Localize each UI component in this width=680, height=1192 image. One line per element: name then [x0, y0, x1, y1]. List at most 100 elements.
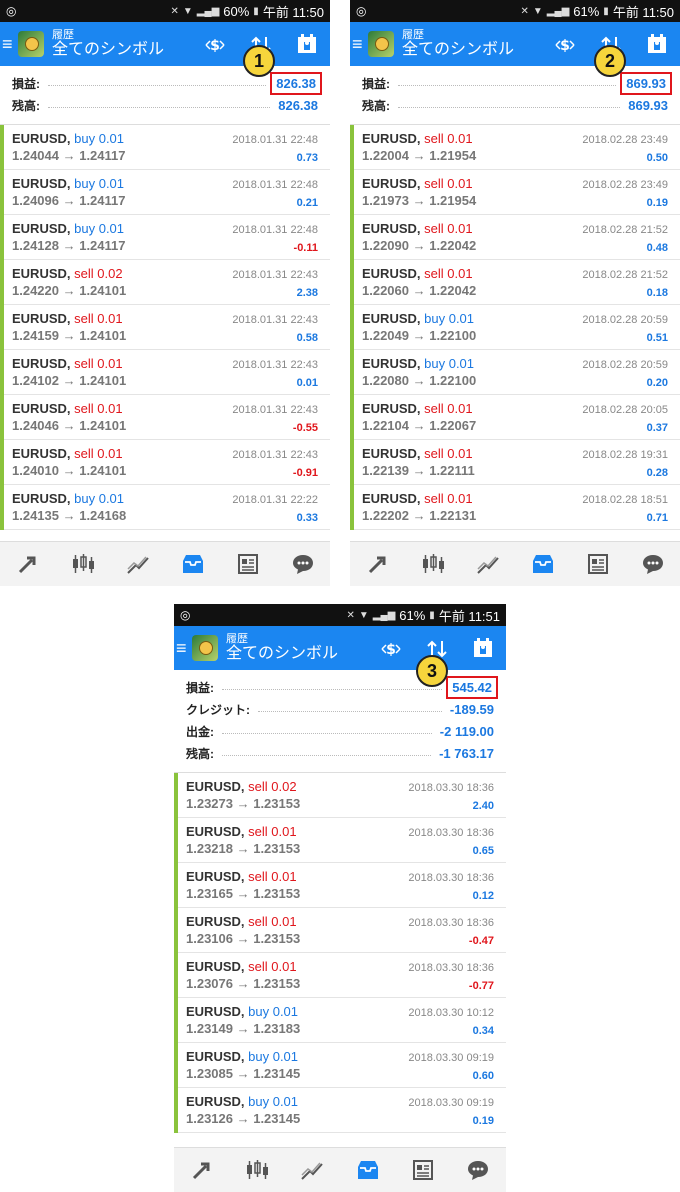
trade-date: 2018.01.31 22:43 [232, 404, 318, 416]
trade-row[interactable]: EURUSD, sell 0.02 1.23273 → 1.23153 2018… [174, 773, 506, 818]
trade-row[interactable]: EURUSD, buy 0.01 1.22049 → 1.22100 2018.… [350, 305, 680, 350]
trade-icon[interactable] [363, 549, 393, 579]
news-icon[interactable] [583, 549, 613, 579]
deposit-icon[interactable]: $ [542, 33, 588, 54]
history-icon[interactable] [528, 549, 558, 579]
dotted-leader [258, 710, 442, 712]
trade-row[interactable]: EURUSD, buy 0.01 1.24044 → 1.24117 2018.… [0, 125, 330, 170]
trade-row[interactable]: EURUSD, sell 0.01 1.23076 → 1.23153 2018… [174, 953, 506, 998]
news-icon[interactable] [233, 549, 263, 579]
dotted-leader [48, 106, 271, 108]
menu-icon[interactable]: ≡ [176, 639, 190, 657]
trade-profit: 0.34 [472, 1025, 494, 1037]
trade-date: 2018.02.28 23:49 [582, 134, 668, 146]
trade-row[interactable]: EURUSD, sell 0.01 1.24102 → 1.24101 2018… [0, 350, 330, 395]
bottom-nav [174, 1147, 506, 1192]
quotes-chart-icon[interactable] [242, 1155, 272, 1185]
trade-date: 2018.02.28 20:05 [582, 404, 668, 416]
trade-date: 2018.03.30 18:36 [408, 917, 494, 929]
trade-date: 2018.01.31 22:43 [232, 359, 318, 371]
status-bar: ◎ ✕ ▼ ▂▄▆ 60% ▮ 午前 11:50 [0, 0, 330, 22]
menu-icon[interactable]: ≡ [2, 35, 16, 53]
trade-profit: 2.40 [472, 800, 494, 812]
calendar-icon[interactable] [634, 33, 680, 55]
chat-icon[interactable] [463, 1155, 493, 1185]
trade-accent-bar [0, 260, 4, 305]
trade-row[interactable]: EURUSD, buy 0.01 1.23149 → 1.23183 2018.… [174, 998, 506, 1043]
trade-symbol: EURUSD, [12, 446, 71, 461]
trade-row[interactable]: EURUSD, buy 0.01 1.24128 → 1.24117 2018.… [0, 215, 330, 260]
chart-icon[interactable] [123, 549, 153, 579]
step-number-badge: 1 [243, 45, 275, 77]
trade-symbol: EURUSD, [12, 266, 71, 281]
calendar-icon[interactable] [284, 33, 330, 55]
chart-icon[interactable] [473, 549, 503, 579]
trade-row[interactable]: EURUSD, sell 0.01 1.23218 → 1.23153 2018… [174, 818, 506, 863]
trade-symbol: EURUSD, [186, 779, 245, 794]
trade-row[interactable]: EURUSD, sell 0.01 1.24010 → 1.24101 2018… [0, 440, 330, 485]
deposit-icon[interactable]: $ [368, 637, 414, 658]
chat-icon[interactable] [288, 549, 318, 579]
trade-row[interactable]: EURUSD, sell 0.01 1.23106 → 1.23153 2018… [174, 908, 506, 953]
trade-icon[interactable] [13, 549, 43, 579]
trade-accent-bar [350, 170, 354, 215]
deposit-icon[interactable]: $ [192, 33, 238, 54]
trade-row[interactable]: EURUSD, sell 0.01 1.24046 → 1.24101 2018… [0, 395, 330, 440]
summary-panel: 損益: 826.38 残高: 826.38 [0, 66, 330, 118]
trade-prices: 1.24096 → 1.24117 [12, 193, 126, 208]
calendar-icon[interactable] [460, 637, 506, 659]
dotted-leader [398, 106, 621, 108]
trade-row[interactable]: EURUSD, sell 0.01 1.22090 → 1.22042 2018… [350, 215, 680, 260]
trade-row[interactable]: EURUSD, buy 0.01 1.24096 → 1.24117 2018.… [0, 170, 330, 215]
trade-accent-bar [174, 1088, 178, 1133]
header-title[interactable]: 全てのシンボル [52, 41, 164, 59]
news-icon[interactable] [408, 1155, 438, 1185]
trade-type: sell 0.01 [248, 824, 297, 839]
history-icon[interactable] [178, 549, 208, 579]
header-title[interactable]: 全てのシンボル [402, 41, 514, 59]
trade-date: 2018.02.28 21:52 [582, 269, 668, 281]
menu-icon[interactable]: ≡ [352, 35, 366, 53]
trade-symbol: EURUSD, [362, 491, 421, 506]
wifi-icon: ▼ [182, 5, 193, 17]
trade-list[interactable]: EURUSD, sell 0.01 1.22004 → 1.21954 2018… [350, 125, 680, 530]
trade-profit: 0.51 [646, 332, 668, 344]
trade-row[interactable]: EURUSD, sell 0.01 1.22139 → 1.22111 2018… [350, 440, 680, 485]
history-icon[interactable] [353, 1155, 383, 1185]
trade-row[interactable]: EURUSD, sell 0.01 1.24159 → 1.24101 2018… [0, 305, 330, 350]
trade-row[interactable]: EURUSD, buy 0.01 1.24135 → 1.24168 2018.… [0, 485, 330, 530]
trade-row[interactable]: EURUSD, sell 0.01 1.22060 → 1.22042 2018… [350, 260, 680, 305]
trade-accent-bar [350, 125, 354, 170]
chart-icon[interactable] [297, 1155, 327, 1185]
trade-profit: 0.21 [296, 197, 318, 209]
trade-accent-bar [174, 773, 178, 818]
trade-row[interactable]: EURUSD, sell 0.01 1.22004 → 1.21954 2018… [350, 125, 680, 170]
summary-label: 出金: [186, 724, 214, 739]
trade-profit: -0.91 [292, 467, 318, 479]
trade-type: buy 0.01 [74, 131, 125, 146]
trade-prices: 1.24128 → 1.24117 [12, 238, 126, 253]
trade-icon[interactable] [187, 1155, 217, 1185]
trade-row[interactable]: EURUSD, buy 0.01 1.23126 → 1.23145 2018.… [174, 1088, 506, 1133]
trade-row[interactable]: EURUSD, buy 0.01 1.23085 → 1.23145 2018.… [174, 1043, 506, 1088]
trade-row[interactable]: EURUSD, sell 0.01 1.22202 → 1.22131 2018… [350, 485, 680, 530]
trade-prices: 1.22004 → 1.21954 [362, 148, 477, 163]
trade-row[interactable]: EURUSD, sell 0.01 1.21973 → 1.21954 2018… [350, 170, 680, 215]
trade-list[interactable]: EURUSD, sell 0.02 1.23273 → 1.23153 2018… [174, 773, 506, 1133]
trade-date: 2018.02.28 21:52 [582, 224, 668, 236]
trade-profit: 0.73 [296, 152, 318, 164]
trade-symbol: EURUSD, [362, 401, 421, 416]
trade-row[interactable]: EURUSD, sell 0.01 1.22104 → 1.22067 2018… [350, 395, 680, 440]
trade-type: sell 0.01 [424, 131, 473, 146]
header-title[interactable]: 全てのシンボル [226, 645, 338, 663]
screen-2: ◎ ✕ ▼ ▂▄▆ 61% ▮ 午前 11:50 ≡ 履歴 全てのシンボル $ … [350, 0, 680, 586]
quotes-chart-icon[interactable] [418, 549, 448, 579]
trade-row[interactable]: EURUSD, sell 0.01 1.23165 → 1.23153 2018… [174, 863, 506, 908]
trade-row[interactable]: EURUSD, buy 0.01 1.22080 → 1.22100 2018.… [350, 350, 680, 395]
chat-icon[interactable] [638, 549, 668, 579]
trade-list[interactable]: EURUSD, buy 0.01 1.24044 → 1.24117 2018.… [0, 125, 330, 530]
trade-date: 2018.03.30 09:19 [408, 1097, 494, 1109]
trade-row[interactable]: EURUSD, sell 0.02 1.24220 → 1.24101 2018… [0, 260, 330, 305]
screen-3: ◎ ✕ ▼ ▂▄▆ 61% ▮ 午前 11:51 ≡ 履歴 全てのシンボル $ … [174, 604, 506, 1192]
quotes-chart-icon[interactable] [68, 549, 98, 579]
